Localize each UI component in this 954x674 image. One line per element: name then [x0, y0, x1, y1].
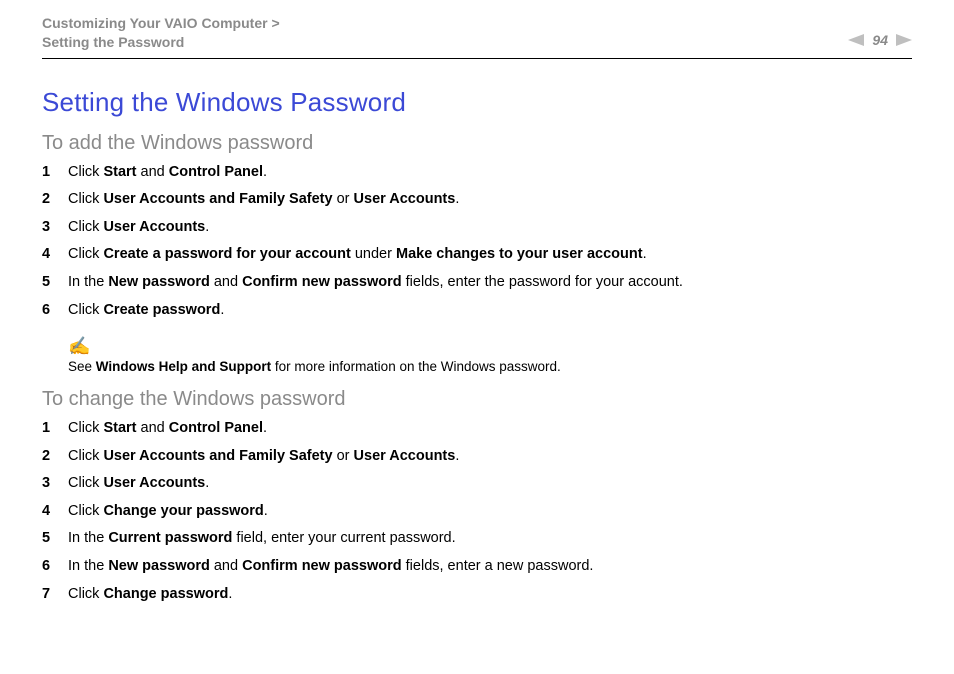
- note-text-pre: See: [68, 359, 96, 374]
- step-item: 2Click User Accounts and Family Safety o…: [42, 447, 912, 467]
- page-controls: 94: [848, 14, 912, 48]
- step-item: 1Click Start and Control Panel.: [42, 419, 912, 439]
- note-text-post: for more information on the Windows pass…: [271, 359, 561, 374]
- step-number: 4: [42, 245, 68, 265]
- step-number: 2: [42, 447, 68, 467]
- page-header: Customizing Your VAIO Computer > Setting…: [42, 14, 912, 59]
- steps-list-change: 1Click Start and Control Panel.2Click Us…: [42, 419, 912, 604]
- section-heading-change: To change the Windows password: [42, 388, 912, 411]
- step-text: Click User Accounts and Family Safety or…: [68, 447, 459, 467]
- step-text: Click Start and Control Panel.: [68, 163, 267, 183]
- step-number: 7: [42, 585, 68, 605]
- note-icon: ✍: [68, 336, 912, 357]
- step-text: Click Create a password for your account…: [68, 245, 647, 265]
- step-item: 4Click Change your password.: [42, 502, 912, 522]
- step-text: In the New password and Confirm new pass…: [68, 273, 683, 293]
- next-page-icon[interactable]: [896, 34, 912, 46]
- step-number: 6: [42, 557, 68, 577]
- step-number: 1: [42, 419, 68, 439]
- page-number: 94: [872, 32, 888, 48]
- step-number: 1: [42, 163, 68, 183]
- step-number: 2: [42, 190, 68, 210]
- step-number: 4: [42, 502, 68, 522]
- step-text: Click User Accounts and Family Safety or…: [68, 190, 459, 210]
- step-number: 5: [42, 529, 68, 549]
- document-page: Customizing Your VAIO Computer > Setting…: [0, 0, 954, 604]
- breadcrumb-level-2[interactable]: Setting the Password: [42, 34, 184, 50]
- step-item: 6In the New password and Confirm new pas…: [42, 557, 912, 577]
- step-text: Click Change your password.: [68, 502, 268, 522]
- breadcrumb-level-1[interactable]: Customizing Your VAIO Computer: [42, 15, 268, 31]
- step-text: In the New password and Confirm new pass…: [68, 557, 593, 577]
- prev-page-icon[interactable]: [848, 34, 864, 46]
- steps-list-add: 1Click Start and Control Panel.2Click Us…: [42, 163, 912, 320]
- step-text: Click User Accounts.: [68, 218, 209, 238]
- step-item: 4Click Create a password for your accoun…: [42, 245, 912, 265]
- step-item: 5In the New password and Confirm new pas…: [42, 273, 912, 293]
- step-text: Click Start and Control Panel.: [68, 419, 267, 439]
- step-item: 3Click User Accounts.: [42, 218, 912, 238]
- step-number: 6: [42, 301, 68, 321]
- step-text: In the Current password field, enter you…: [68, 529, 456, 549]
- note-block: ✍ See Windows Help and Support for more …: [68, 336, 912, 374]
- step-number: 3: [42, 218, 68, 238]
- step-number: 5: [42, 273, 68, 293]
- step-text: Click Change password.: [68, 585, 232, 605]
- section-heading-add: To add the Windows password: [42, 132, 912, 155]
- step-item: 1Click Start and Control Panel.: [42, 163, 912, 183]
- step-number: 3: [42, 474, 68, 494]
- step-item: 5In the Current password field, enter yo…: [42, 529, 912, 549]
- breadcrumb: Customizing Your VAIO Computer > Setting…: [42, 14, 284, 52]
- step-item: 2Click User Accounts and Family Safety o…: [42, 190, 912, 210]
- step-text: Click User Accounts.: [68, 474, 209, 494]
- note-text-bold: Windows Help and Support: [96, 359, 271, 374]
- step-text: Click Create password.: [68, 301, 224, 321]
- step-item: 3Click User Accounts.: [42, 474, 912, 494]
- page-title: Setting the Windows Password: [42, 87, 912, 118]
- step-item: 6Click Create password.: [42, 301, 912, 321]
- breadcrumb-separator: >: [268, 15, 284, 31]
- step-item: 7Click Change password.: [42, 585, 912, 605]
